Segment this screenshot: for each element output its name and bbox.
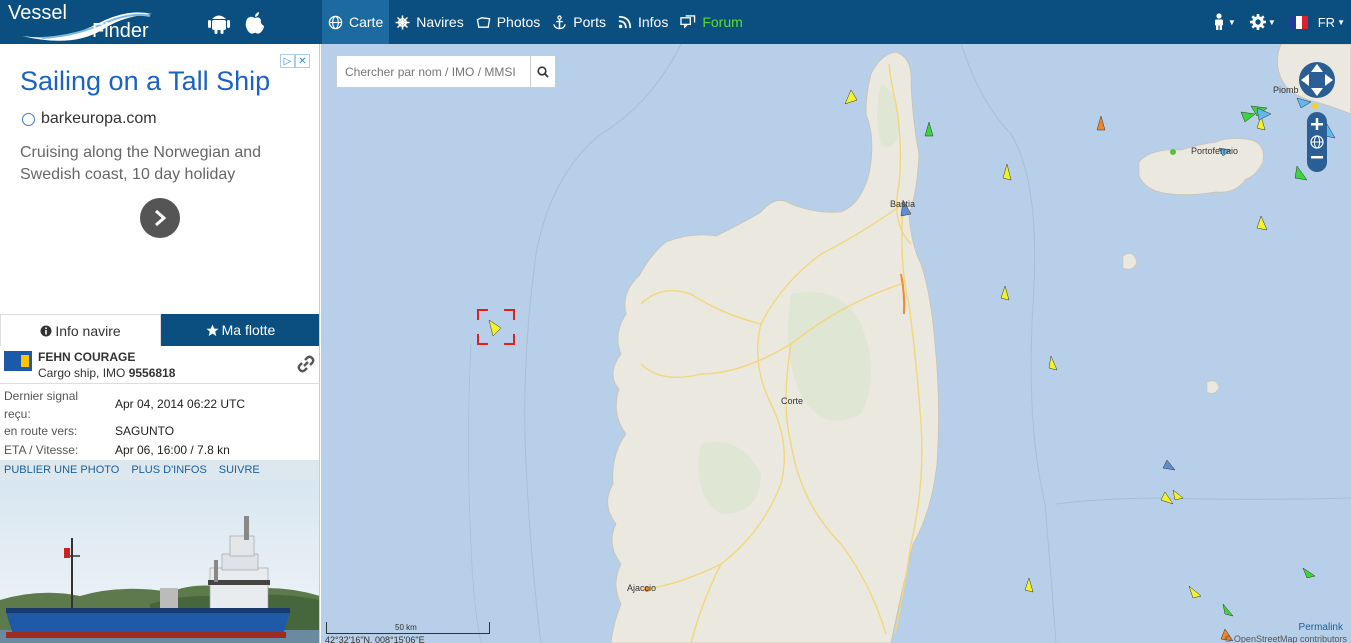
follow-link[interactable]: Suivre [219,464,260,476]
vessel-imo: 9556818 [128,366,176,380]
info-label: en route vers: [4,424,78,438]
more-info-link[interactable]: Plus d'infos [131,464,206,476]
user-menu[interactable]: ▼ [1212,13,1236,31]
ad-domain: barkeuropa.com [41,110,157,127]
chat-icon [680,14,696,30]
info-icon [40,325,52,336]
nav-label: Infos [637,14,669,30]
globe-icon [328,15,343,30]
nav-label: Forum [702,14,743,30]
camera-icon [476,15,491,30]
settings-menu[interactable]: ▼ [1249,14,1276,30]
vessel-photo[interactable] [0,480,319,643]
sidebar-tabs: Info navire Ma flotte [0,314,319,346]
main-nav: Carte Navires Photos Ports Infos Forum [322,0,749,44]
rss-icon [618,15,632,29]
cursor-coordinates: 42°32'16"N, 008°15'06"E [325,635,425,643]
vessel-name: FEHN COURAGE [38,350,136,364]
nav-navires[interactable]: Navires [389,0,469,44]
star-icon [206,324,219,336]
nav-label: Carte [349,14,384,30]
info-value: SAGUNTO [115,424,175,438]
ad-title[interactable]: Sailing on a Tall Ship [20,66,270,97]
nav-label: Ports [573,14,606,30]
vessel-header: FEHN COURAGE Cargo ship, IMO 9556818 [0,346,319,384]
right-tools: ▼ ▼ FR ▼ [1198,0,1345,44]
vessel-flag-icon [4,351,32,371]
search-icon [537,65,549,78]
search-button[interactable] [530,56,555,87]
language-code: FR [1317,14,1336,30]
place-label: Corte [781,396,804,406]
info-label: Dernier signal reçu: [4,389,79,421]
advertisement[interactable]: ▷ ✕ Sailing on a Tall Ship barkeuropa.co… [0,44,319,314]
link-icon[interactable] [296,354,316,374]
chevron-right-icon [155,209,167,227]
map-controls [1297,54,1337,179]
anchor-icon [552,14,567,30]
nav-label: Navires [416,14,464,30]
scale-label: 50 km [395,623,417,632]
vessel-type-label: Cargo ship, IMO [38,366,129,380]
ad-badges: ▷ ✕ [280,54,310,68]
top-bar: Vessel Finder Carte Navires Photos Ports… [0,0,1351,44]
vesselfinder-logo[interactable]: Vessel Finder [4,2,176,42]
vessel-actions: Publier une photo Plus d'infos Suivre [0,460,319,480]
apple-icon[interactable] [242,10,268,36]
user-icon [1214,13,1223,30]
nav-carte[interactable]: Carte [322,0,390,44]
caret-down-icon: ▼ [1227,17,1236,27]
vessel-search [336,55,556,88]
nav-forum[interactable]: Forum [674,0,748,44]
ad-choices-icon[interactable]: ▷ [280,54,295,68]
gear-icon [1249,14,1266,30]
place-label: Piomb [1273,85,1299,95]
nav-ports[interactable]: Ports [546,0,612,44]
android-icon[interactable] [206,10,232,36]
search-input[interactable] [337,56,530,87]
french-flag-icon [1289,15,1308,29]
map-attribution[interactable]: © OpenStreetMap contributors [1225,634,1347,643]
ad-close-icon[interactable]: ✕ [295,54,310,68]
ad-domain-row[interactable]: barkeuropa.com [22,110,157,128]
info-label: ETA / Vitesse: [4,443,79,457]
logo-word-finder: Finder [92,20,149,42]
helm-icon [395,14,410,30]
map-view[interactable]: Bastia Corte Ajaccio Piomb Portoferraio [321,44,1351,643]
nav-label: Photos [496,14,541,30]
nav-photos[interactable]: Photos [470,0,547,44]
place-label: Bastia [890,199,916,209]
nav-infos[interactable]: Infos [612,0,674,44]
caret-down-icon: ▼ [1267,17,1276,27]
tab-label: Ma flotte [221,322,276,338]
vessel-type: Cargo ship, IMO 9556818 [38,366,175,380]
permalink-link[interactable]: Permalink [1299,622,1343,633]
info-value: Apr 06, 16:00 / 7.8 kn [115,443,230,457]
zoom-out-button[interactable] [1311,156,1323,159]
tab-label: Info navire [55,322,121,339]
place-label: Portoferraio [1191,146,1239,156]
globe-icon [22,112,35,126]
tab-ma-flotte[interactable]: Ma flotte [161,314,319,346]
place-label: Ajaccio [627,583,657,593]
ad-description: Cruising along the Norwegian and Swedish… [20,144,262,183]
language-menu[interactable]: FR ▼ [1289,14,1345,30]
publish-photo-link[interactable]: Publier une photo [4,464,119,476]
logo-word-vessel: Vessel [8,2,67,24]
ad-open-button[interactable] [140,198,180,238]
tab-info-navire[interactable]: Info navire [0,314,161,346]
sidebar: ▷ ✕ Sailing on a Tall Ship barkeuropa.co… [0,44,320,643]
pan-control[interactable] [1299,62,1335,98]
caret-down-icon: ▼ [1337,17,1345,27]
info-value: Apr 04, 2014 06:22 UTC [115,397,246,411]
